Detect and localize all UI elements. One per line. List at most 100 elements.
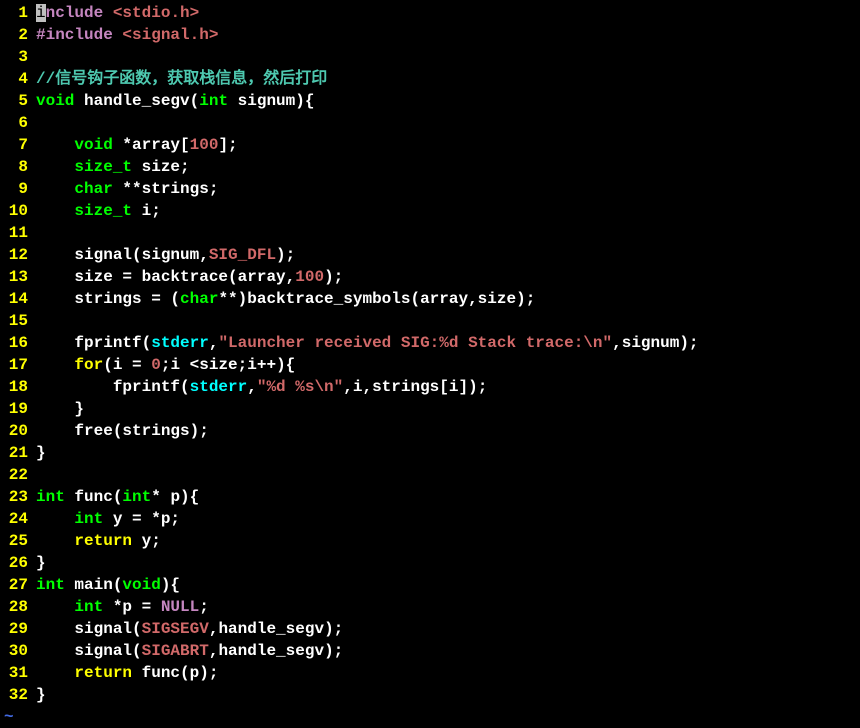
- code-content[interactable]: #include <signal.h>: [36, 24, 860, 46]
- code-content[interactable]: size_t size;: [36, 156, 860, 178]
- line-number: 17: [0, 354, 36, 376]
- code-line[interactable]: 9 char **strings;: [0, 178, 860, 200]
- line-number: 32: [0, 684, 36, 706]
- line-number: 14: [0, 288, 36, 310]
- code-content[interactable]: }: [36, 398, 860, 420]
- token: void: [122, 576, 160, 594]
- code-line[interactable]: 24 int y = *p;: [0, 508, 860, 530]
- code-line[interactable]: 25 return y;: [0, 530, 860, 552]
- code-content[interactable]: char **strings;: [36, 178, 860, 200]
- code-line[interactable]: 8 size_t size;: [0, 156, 860, 178]
- code-content[interactable]: }: [36, 684, 860, 706]
- token: size = backtrace(array,: [36, 268, 295, 286]
- code-editor[interactable]: 1include <stdio.h>2#include <signal.h>34…: [0, 2, 860, 724]
- line-number: 22: [0, 464, 36, 486]
- code-line[interactable]: 5void handle_segv(int signum){: [0, 90, 860, 112]
- code-content[interactable]: [36, 46, 860, 68]
- code-content[interactable]: int main(void){: [36, 574, 860, 596]
- line-number: 11: [0, 222, 36, 244]
- code-content[interactable]: include <stdio.h>: [36, 2, 860, 24]
- line-number: 20: [0, 420, 36, 442]
- code-line[interactable]: 6: [0, 112, 860, 134]
- code-line[interactable]: 21}: [0, 442, 860, 464]
- token: stderr: [190, 378, 248, 396]
- code-content[interactable]: signal(SIGSEGV,handle_segv);: [36, 618, 860, 640]
- code-line[interactable]: 2#include <signal.h>: [0, 24, 860, 46]
- code-line[interactable]: 16 fprintf(stderr,"Launcher received SIG…: [0, 332, 860, 354]
- token: return: [74, 664, 132, 682]
- line-number: 18: [0, 376, 36, 398]
- code-content[interactable]: return y;: [36, 530, 860, 552]
- code-line[interactable]: 19 }: [0, 398, 860, 420]
- code-content[interactable]: [36, 310, 860, 332]
- code-content[interactable]: size = backtrace(array,100);: [36, 266, 860, 288]
- code-content[interactable]: }: [36, 442, 860, 464]
- token: fprintf(: [36, 334, 151, 352]
- code-line[interactable]: 17 for(i = 0;i <size;i++){: [0, 354, 860, 376]
- code-content[interactable]: int y = *p;: [36, 508, 860, 530]
- code-line[interactable]: 18 fprintf(stderr,"%d %s\n",i,strings[i]…: [0, 376, 860, 398]
- code-line[interactable]: 11: [0, 222, 860, 244]
- token: fprintf(: [36, 378, 190, 396]
- code-content[interactable]: return func(p);: [36, 662, 860, 684]
- token: [36, 532, 74, 550]
- token: strings = (: [36, 290, 180, 308]
- code-content[interactable]: [36, 464, 860, 486]
- code-line[interactable]: 12 signal(signum,SIG_DFL);: [0, 244, 860, 266]
- code-content[interactable]: strings = (char**)backtrace_symbols(arra…: [36, 288, 860, 310]
- token: "%d %s\n": [257, 378, 343, 396]
- token: handle_segv(: [74, 92, 199, 110]
- line-number: 30: [0, 640, 36, 662]
- code-line[interactable]: 30 signal(SIGABRT,handle_segv);: [0, 640, 860, 662]
- code-content[interactable]: fprintf(stderr,"%d %s\n",i,strings[i]);: [36, 376, 860, 398]
- code-line[interactable]: 3: [0, 46, 860, 68]
- code-content[interactable]: free(strings);: [36, 420, 860, 442]
- token: ];: [218, 136, 237, 154]
- code-line[interactable]: 13 size = backtrace(array,100);: [0, 266, 860, 288]
- token: free(strings);: [36, 422, 209, 440]
- code-line[interactable]: 28 int *p = NULL;: [0, 596, 860, 618]
- token: size;: [132, 158, 190, 176]
- code-line[interactable]: 23int func(int* p){: [0, 486, 860, 508]
- code-line[interactable]: 20 free(strings);: [0, 420, 860, 442]
- code-line[interactable]: 15: [0, 310, 860, 332]
- code-content[interactable]: int func(int* p){: [36, 486, 860, 508]
- code-content[interactable]: for(i = 0;i <size;i++){: [36, 354, 860, 376]
- code-line[interactable]: 7 void *array[100];: [0, 134, 860, 156]
- code-content[interactable]: void *array[100];: [36, 134, 860, 156]
- code-line[interactable]: 10 size_t i;: [0, 200, 860, 222]
- code-content[interactable]: signal(signum,SIG_DFL);: [36, 244, 860, 266]
- code-content[interactable]: signal(SIGABRT,handle_segv);: [36, 640, 860, 662]
- code-line[interactable]: 27int main(void){: [0, 574, 860, 596]
- code-content[interactable]: [36, 222, 860, 244]
- code-line[interactable]: 1include <stdio.h>: [0, 2, 860, 24]
- token: "Launcher received SIG:%d Stack trace:\n…: [218, 334, 612, 352]
- token: main(: [65, 576, 123, 594]
- code-content[interactable]: [36, 112, 860, 134]
- code-line[interactable]: 26}: [0, 552, 860, 574]
- code-line[interactable]: 14 strings = (char**)backtrace_symbols(a…: [0, 288, 860, 310]
- code-line[interactable]: 31 return func(p);: [0, 662, 860, 684]
- code-content[interactable]: fprintf(stderr,"Launcher received SIG:%d…: [36, 332, 860, 354]
- code-content[interactable]: size_t i;: [36, 200, 860, 222]
- code-line[interactable]: 32}: [0, 684, 860, 706]
- code-content[interactable]: //信号钩子函数，获取栈信息，然后打印: [36, 68, 860, 90]
- line-number: 16: [0, 332, 36, 354]
- code-line[interactable]: 4//信号钩子函数，获取栈信息，然后打印: [0, 68, 860, 90]
- code-line[interactable]: 22: [0, 464, 860, 486]
- code-content[interactable]: int *p = NULL;: [36, 596, 860, 618]
- token: size_t: [74, 158, 132, 176]
- line-number: 5: [0, 90, 36, 112]
- code-content[interactable]: }: [36, 552, 860, 574]
- line-number: 19: [0, 398, 36, 420]
- token: }: [36, 444, 46, 462]
- code-content[interactable]: void handle_segv(int signum){: [36, 90, 860, 112]
- token: [36, 202, 74, 220]
- line-number: 9: [0, 178, 36, 200]
- line-number: 7: [0, 134, 36, 156]
- token: ;i <size;i++){: [161, 356, 295, 374]
- token: <signal.h>: [122, 26, 218, 44]
- token: i: [36, 4, 46, 22]
- token: [36, 158, 74, 176]
- code-line[interactable]: 29 signal(SIGSEGV,handle_segv);: [0, 618, 860, 640]
